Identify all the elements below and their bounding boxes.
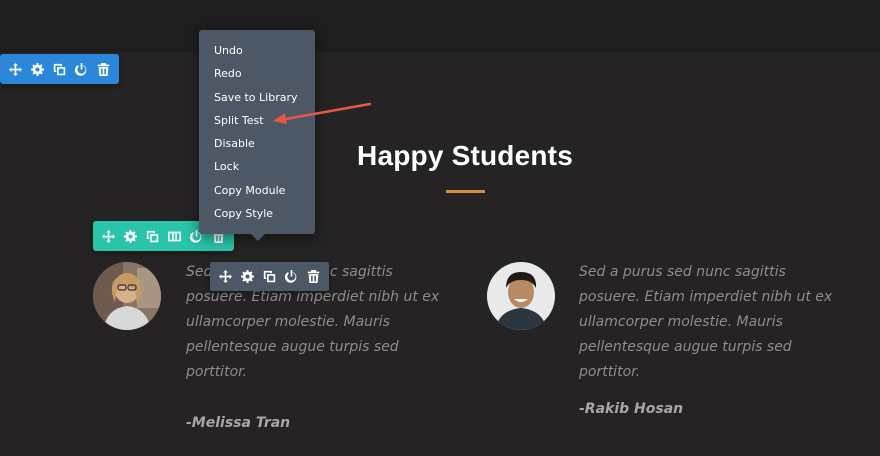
menu-item-redo[interactable]: Redo [199, 62, 315, 85]
top-bar [0, 0, 880, 52]
duplicate-icon[interactable] [48, 54, 70, 84]
power-icon[interactable] [70, 54, 92, 84]
context-menu: Undo Redo Save to Library Split Test Dis… [199, 30, 315, 241]
columns-icon[interactable] [163, 221, 185, 251]
move-icon[interactable] [97, 221, 119, 251]
testimonial-text: Sed a purus sed nunc sagittis posuere. E… [579, 264, 833, 380]
avatar [93, 262, 161, 330]
avatar [487, 262, 555, 330]
gear-icon[interactable] [236, 262, 258, 292]
testimonial-author: -Melissa Tran [186, 415, 291, 431]
duplicate-icon[interactable] [258, 262, 280, 292]
gear-icon[interactable] [26, 54, 48, 84]
menu-item-copy-style[interactable]: Copy Style [199, 202, 315, 225]
trash-icon[interactable] [92, 54, 114, 84]
move-icon[interactable] [214, 262, 236, 292]
trash-icon[interactable] [302, 262, 324, 292]
heading-divider [446, 190, 485, 193]
menu-item-lock[interactable]: Lock [199, 155, 315, 178]
power-icon[interactable] [280, 262, 302, 292]
annotation-arrow-icon [273, 102, 372, 124]
duplicate-icon[interactable] [141, 221, 163, 251]
gear-icon[interactable] [119, 221, 141, 251]
menu-item-disable[interactable]: Disable [199, 132, 315, 155]
menu-item-copy-module[interactable]: Copy Module [199, 179, 315, 202]
menu-item-undo[interactable]: Undo [199, 39, 315, 62]
section-heading: Happy Students [357, 140, 573, 171]
module-toolbar [210, 262, 329, 291]
move-icon[interactable] [4, 54, 26, 84]
testimonial-author: -Rakib Hosan [579, 401, 684, 417]
section-toolbar [0, 54, 119, 84]
